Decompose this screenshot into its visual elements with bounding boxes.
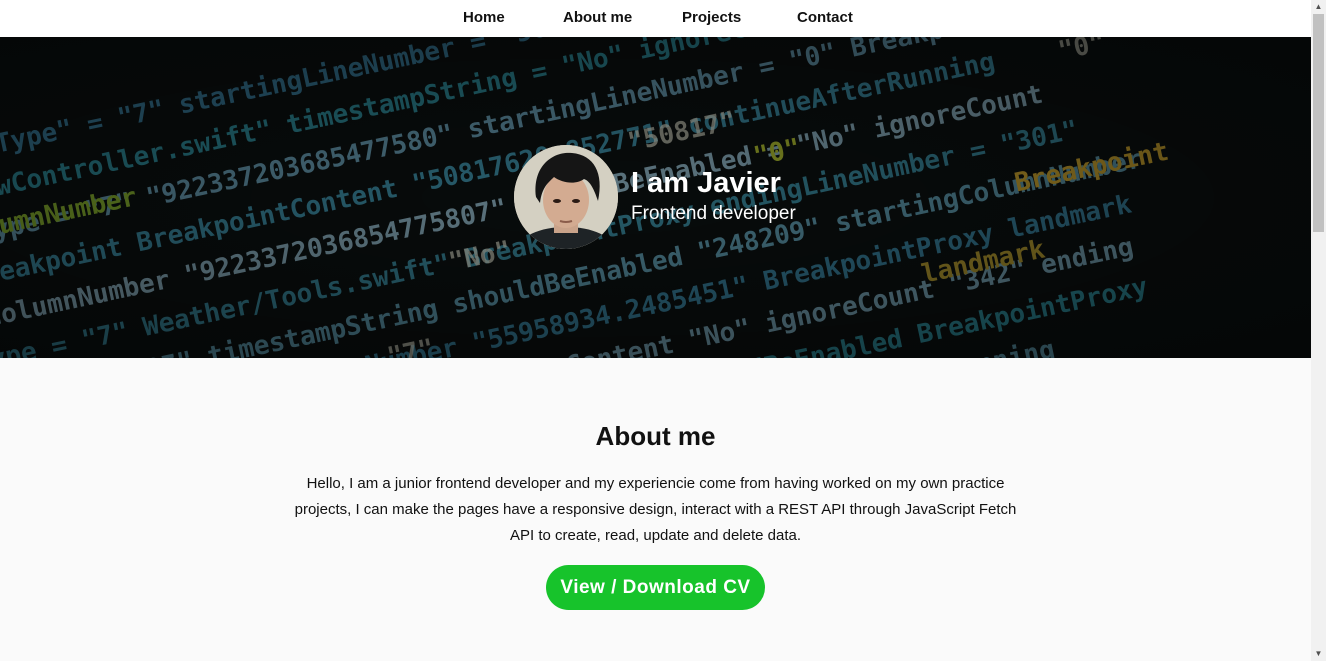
profile-photo [514,145,618,249]
top-navigation: Home About me Projects Contact [0,0,1311,37]
view-download-cv-button[interactable]: View / Download CV [546,565,765,610]
hero-name: I am Javier [631,167,781,199]
nav-link-contact[interactable]: Contact [797,10,853,26]
nav-link-about[interactable]: About me [563,10,632,26]
triangle-up-icon[interactable]: ▲ [1311,0,1326,14]
nav-link-projects[interactable]: Projects [682,10,741,26]
hero-banner: "landmarkType" = "7" startingLineNumber … [0,37,1311,358]
scrollbar-thumb[interactable] [1313,14,1324,232]
about-description: Hello, I am a junior frontend developer … [294,475,1017,544]
page-scrollbar[interactable]: ▲ ▼ [1311,0,1326,661]
profile-avatar [514,145,618,249]
about-heading: About me [595,421,716,451]
page: Home About me Projects Contact "landmark… [0,0,1311,661]
hero-role: Frontend developer [631,203,796,224]
nav-link-home[interactable]: Home [463,10,505,26]
triangle-down-icon[interactable]: ▼ [1311,647,1326,661]
